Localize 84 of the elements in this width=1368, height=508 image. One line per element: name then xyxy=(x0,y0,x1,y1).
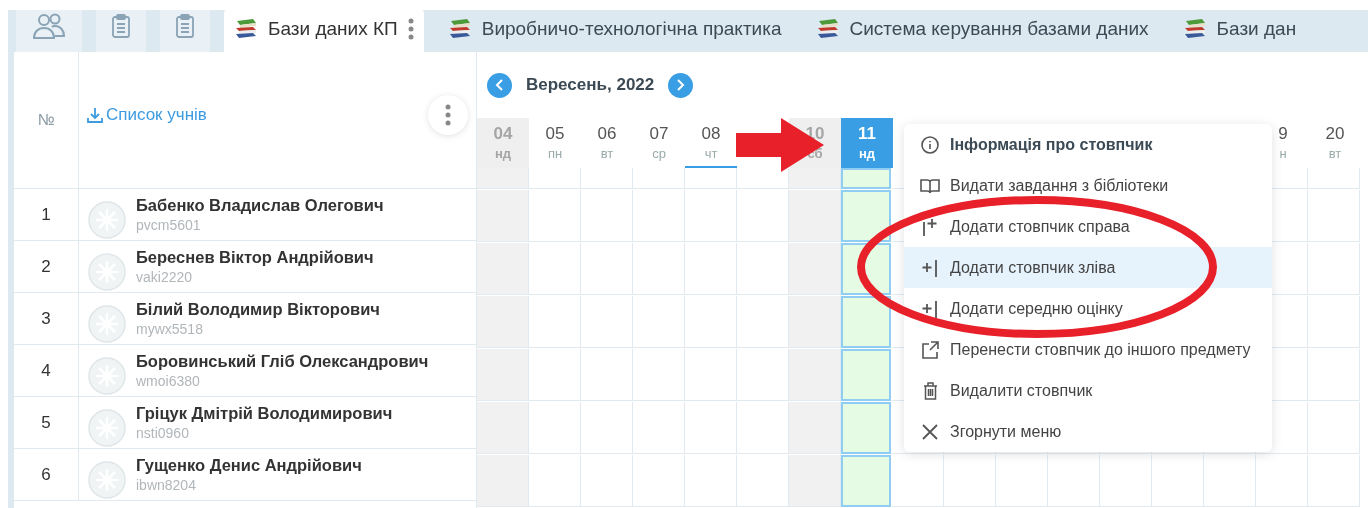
toolbar-tab[interactable] xyxy=(160,10,210,52)
download-icon xyxy=(87,107,103,123)
books-icon xyxy=(234,18,258,40)
day-header[interactable]: 20 вт xyxy=(1309,118,1361,168)
add-column-icon xyxy=(921,258,939,277)
subject-tab[interactable]: Бази даних КП xyxy=(224,10,424,52)
grade-cell[interactable] xyxy=(841,296,891,348)
menu-item[interactable]: Згорнути меню xyxy=(904,411,1272,452)
weekday-label: вт xyxy=(600,145,614,161)
row-number: 5 xyxy=(14,397,79,448)
student-name: Бабенко Владислав Олегович xyxy=(136,196,384,215)
row-number: 6 xyxy=(14,449,79,500)
weekday-label: нд xyxy=(494,145,512,161)
menu-item[interactable]: Видати завдання з бібліотеки xyxy=(904,165,1272,206)
previous-month-button[interactable] xyxy=(487,72,512,98)
books-icon xyxy=(1182,18,1207,40)
grade-cell[interactable] xyxy=(841,455,891,507)
day-number: 20 xyxy=(1325,123,1345,144)
subject-tab[interactable]: Бази дан xyxy=(1172,10,1307,52)
menu-item[interactable]: Додати стовпчик зліва xyxy=(904,247,1272,288)
row-number: 3 xyxy=(14,293,79,344)
day-number: 08 xyxy=(701,123,721,144)
month-label: Вересень, 2022 xyxy=(526,75,655,95)
grade-cell[interactable] xyxy=(841,168,891,189)
trash-icon xyxy=(922,381,938,400)
student-name: Береснев Віктор Андрійович xyxy=(136,248,374,267)
add-column-icon xyxy=(921,217,939,236)
toolbar-tab[interactable] xyxy=(16,10,82,52)
menu-item[interactable]: Додати стовпчик справа xyxy=(904,206,1272,247)
day-header[interactable]: 05 пн xyxy=(529,118,581,168)
student-name: Білий Володимир Вікторович xyxy=(136,300,380,319)
menu-item[interactable]: Перенести стовпчик до іншого предмету xyxy=(904,329,1272,370)
student-login: ibwn8204 xyxy=(136,477,197,493)
number-header: № xyxy=(14,52,79,188)
day-number: 06 xyxy=(597,123,617,144)
grade-cell[interactable] xyxy=(841,402,891,454)
info-icon xyxy=(921,135,939,154)
weekday-label: чт xyxy=(704,145,718,161)
books-icon xyxy=(447,18,472,40)
add-column-icon xyxy=(921,299,939,318)
subject-tab[interactable]: Система керування базами даних xyxy=(805,10,1159,52)
student-name: Гріцук Дмітрій Володимирович xyxy=(136,404,393,423)
next-month-button[interactable] xyxy=(668,72,694,98)
grade-cell[interactable] xyxy=(841,349,891,401)
row-number: 4 xyxy=(14,345,79,396)
close-icon xyxy=(922,423,938,440)
more-button[interactable] xyxy=(428,95,468,135)
student-login: pvcm5601 xyxy=(136,217,202,233)
weekday-label: н xyxy=(1279,145,1287,161)
clipboard-icon xyxy=(112,14,130,38)
chevron-left-icon xyxy=(495,79,504,91)
menu-item[interactable]: Видалити стовпчик xyxy=(904,370,1272,411)
day-number: 05 xyxy=(545,123,565,144)
weekday-label: нд xyxy=(858,145,876,161)
row-number: 1 xyxy=(14,189,79,240)
menu-item[interactable]: Інформація про стовпчик xyxy=(904,124,1272,165)
day-number: 04 xyxy=(493,123,513,144)
subject-tab[interactable]: Виробничо-технологічна практика xyxy=(437,10,792,52)
clipboard-icon xyxy=(176,14,194,38)
student-login: wmoi6380 xyxy=(136,373,201,389)
share-icon xyxy=(921,340,939,359)
more-icon xyxy=(407,18,414,40)
book-icon xyxy=(920,177,940,194)
more-icon xyxy=(445,104,451,126)
menu-item[interactable]: Додати середню оцінку xyxy=(904,288,1272,329)
student-login: nsti0960 xyxy=(136,425,190,441)
users-icon xyxy=(32,12,66,40)
student-login: mywx5518 xyxy=(136,321,204,337)
day-number: 9 xyxy=(1278,123,1288,144)
chevron-right-icon xyxy=(676,79,686,91)
student-name: Боровинський Гліб Олександрович xyxy=(136,352,429,371)
day-number: 07 xyxy=(649,123,669,144)
day-header[interactable]: 06 вт xyxy=(581,118,633,168)
toolbar-tab[interactable] xyxy=(96,10,146,52)
books-icon xyxy=(815,18,840,40)
student-name: Гущенко Денис Андрійович xyxy=(136,456,362,475)
weekday-label: пн xyxy=(547,145,563,161)
student-login: vaki2220 xyxy=(136,269,194,285)
day-header[interactable]: 07 ср xyxy=(633,118,685,168)
weekday-label: вт xyxy=(1328,145,1342,161)
day-number: 11 xyxy=(858,123,876,144)
row-number: 2 xyxy=(14,241,79,292)
weekday-label: ср xyxy=(652,145,666,161)
grade-cell[interactable] xyxy=(841,190,891,242)
